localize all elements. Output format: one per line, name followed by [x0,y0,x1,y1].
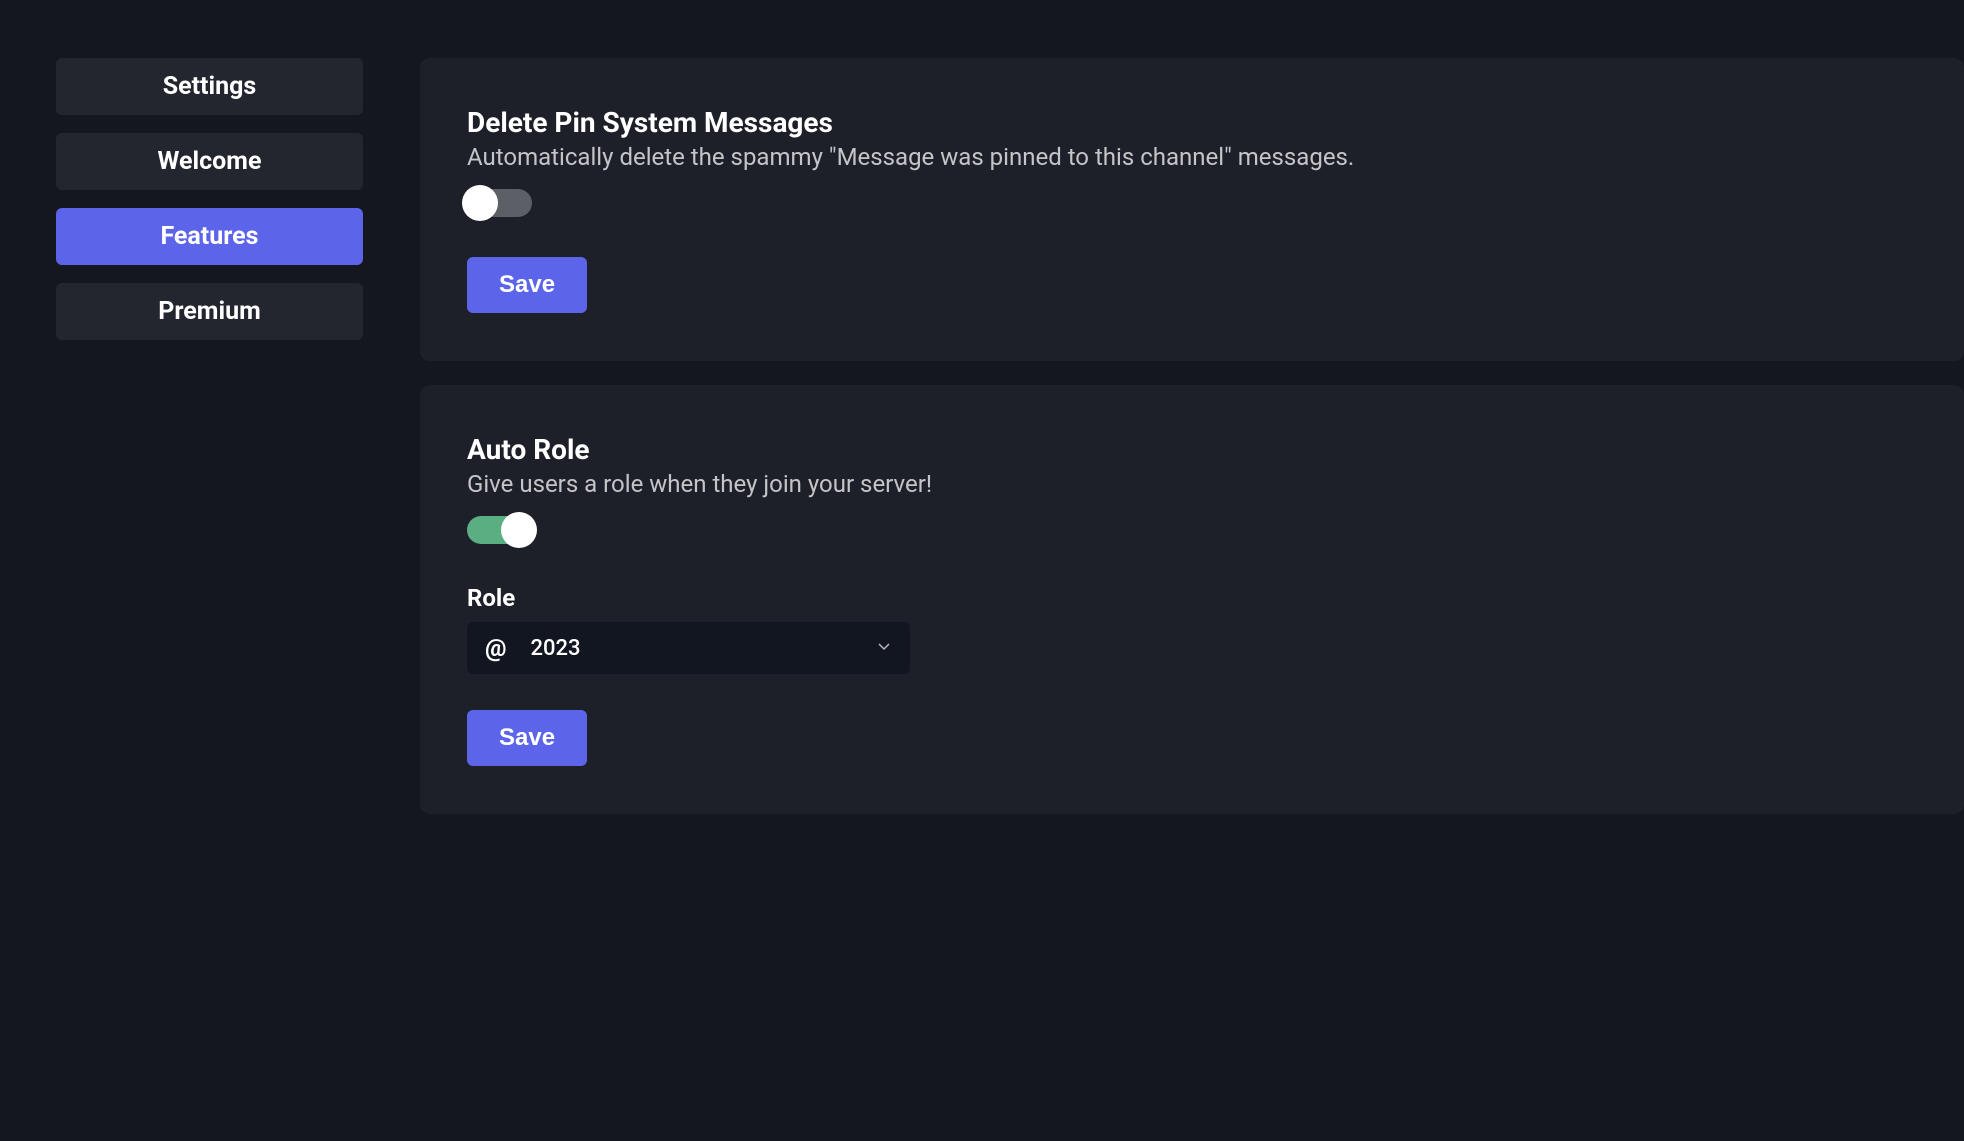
sidebar-item-welcome[interactable]: Welcome [56,133,363,190]
delete-pin-title: Delete Pin System Messages [467,106,1917,139]
auto-role-toggle[interactable] [467,516,532,544]
at-icon: @ [485,634,507,662]
main-content: Delete Pin System Messages Automatically… [420,58,1964,838]
role-select[interactable]: @ 2023 [467,622,910,674]
delete-pin-toggle[interactable] [467,189,532,217]
toggle-knob [462,185,498,221]
card-auto-role: Auto Role Give users a role when they jo… [420,385,1964,814]
role-field-label: Role [467,584,1917,612]
sidebar-item-settings[interactable]: Settings [56,58,363,115]
sidebar-item-premium[interactable]: Premium [56,283,363,340]
delete-pin-save-button[interactable]: Save [467,257,587,313]
role-select-value: 2023 [531,636,876,661]
auto-role-save-button[interactable]: Save [467,710,587,766]
delete-pin-desc: Automatically delete the spammy "Message… [467,143,1917,171]
app-container: Settings Welcome Features Premium Delete… [0,0,1964,838]
chevron-down-icon [876,638,892,658]
toggle-knob [501,512,537,548]
sidebar: Settings Welcome Features Premium [56,58,363,838]
sidebar-item-features[interactable]: Features [56,208,363,265]
auto-role-title: Auto Role [467,433,1917,466]
card-delete-pin: Delete Pin System Messages Automatically… [420,58,1964,361]
auto-role-desc: Give users a role when they join your se… [467,470,1917,498]
